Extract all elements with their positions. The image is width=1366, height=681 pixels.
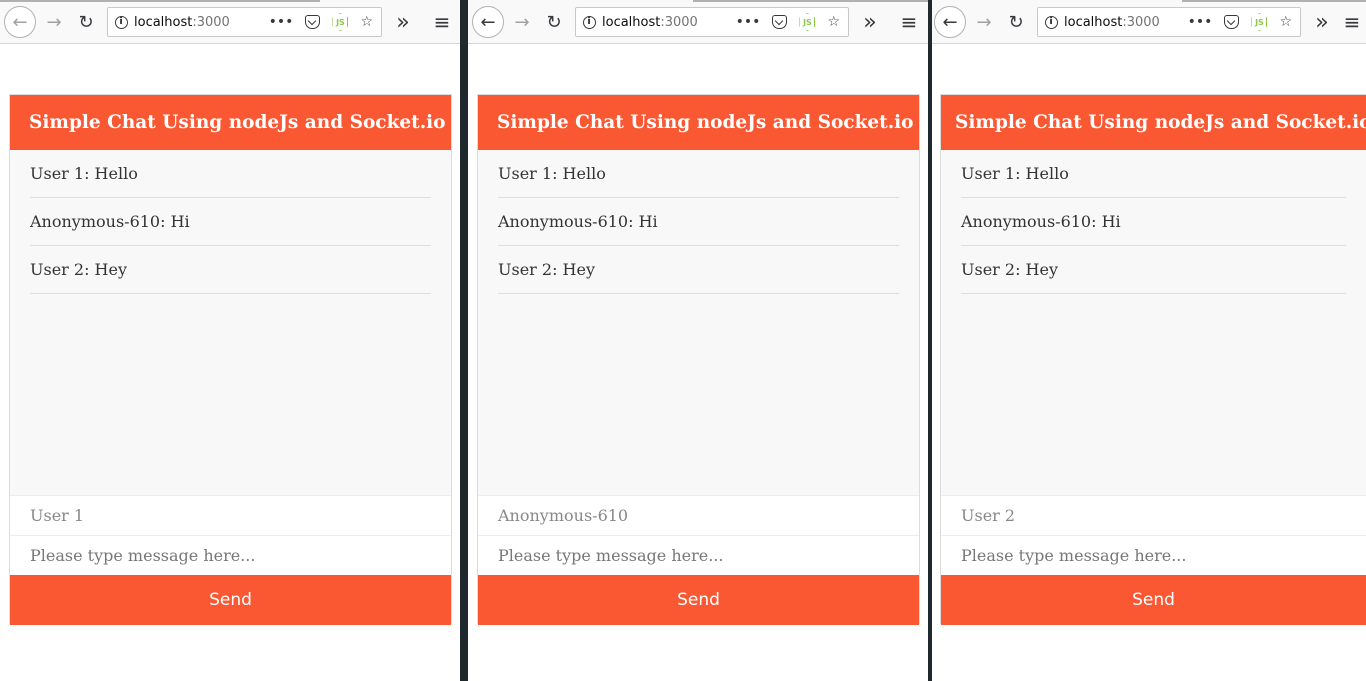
chat-panel: Simple Chat Using nodeJs and Socket.io U… [9, 94, 452, 625]
forward-arrow-icon[interactable]: → [970, 8, 998, 36]
username-field[interactable]: User 2 [941, 495, 1366, 535]
message-list: User 1: Hello Anonymous-610: Hi User 2: … [941, 150, 1366, 495]
nodejs-icon[interactable]: JS [1251, 13, 1268, 31]
back-arrow-icon[interactable]: ← [472, 6, 504, 38]
hamburger-menu-icon[interactable]: ≡ [1338, 8, 1366, 36]
pocket-icon[interactable] [1224, 15, 1240, 29]
hamburger-menu-icon[interactable]: ≡ [895, 8, 923, 36]
bookmark-star-icon[interactable]: ☆ [1279, 14, 1292, 30]
reload-icon[interactable]: ↻ [72, 8, 100, 36]
browser-toolbar: ← → ↻ i localhost:3000 ••• JS ☆ » ≡ [932, 0, 1366, 44]
pocket-icon[interactable] [772, 15, 788, 29]
chat-title: Simple Chat Using nodeJs and Socket.io [10, 95, 451, 150]
message-item: Anonymous-610: Hi [961, 198, 1346, 246]
back-arrow-icon[interactable]: ← [4, 6, 36, 38]
message-input[interactable]: Please type message here... [941, 535, 1366, 575]
bookmark-star-icon[interactable]: ☆ [360, 14, 373, 30]
username-field[interactable]: User 1 [10, 495, 451, 535]
url-host: localhost [134, 14, 193, 30]
send-button[interactable]: Send [941, 575, 1366, 625]
browser-window-3: ← → ↻ i localhost:3000 ••• JS ☆ » ≡ Simp… [932, 0, 1366, 681]
message-item: Anonymous-610: Hi [30, 198, 431, 246]
message-item: User 2: Hey [498, 246, 899, 294]
reload-icon[interactable]: ↻ [1002, 8, 1030, 36]
hamburger-menu-icon[interactable]: ≡ [428, 8, 456, 36]
more-actions-icon[interactable]: ••• [736, 14, 761, 30]
message-list: User 1: Hello Anonymous-610: Hi User 2: … [478, 150, 919, 495]
message-item: User 1: Hello [961, 150, 1346, 198]
browser-toolbar: ← → ↻ i localhost:3000 ••• JS ☆ » ≡ [468, 0, 928, 44]
url-port: :3000 [660, 14, 698, 30]
tab-strip-line [0, 0, 320, 2]
overflow-chevron-icon[interactable]: » [856, 8, 884, 36]
bookmark-star-icon[interactable]: ☆ [827, 14, 840, 30]
overflow-chevron-icon[interactable]: » [1308, 8, 1336, 36]
chat-title: Simple Chat Using nodeJs and Socket.io [941, 95, 1366, 150]
info-icon[interactable]: i [576, 15, 602, 29]
forward-arrow-icon[interactable]: → [40, 8, 68, 36]
url-port: :3000 [192, 14, 230, 30]
window-gap [460, 0, 468, 681]
info-icon[interactable]: i [1038, 15, 1064, 29]
browser-toolbar: ← → ↻ i localhost:3000 ••• JS ☆ » ≡ [0, 0, 460, 44]
message-list: User 1: Hello Anonymous-610: Hi User 2: … [10, 150, 451, 495]
browser-window-2: ← → ↻ i localhost:3000 ••• JS ☆ » ≡ Simp… [468, 0, 928, 681]
overflow-chevron-icon[interactable]: » [389, 8, 417, 36]
url-bar[interactable]: i localhost:3000 ••• JS ☆ [1037, 7, 1301, 37]
tab-strip-line [1182, 0, 1366, 2]
message-item: Anonymous-610: Hi [498, 198, 899, 246]
username-field[interactable]: Anonymous-610 [478, 495, 919, 535]
message-item: User 1: Hello [498, 150, 899, 198]
message-item: User 2: Hey [961, 246, 1346, 294]
pocket-icon[interactable] [305, 15, 321, 29]
info-icon[interactable]: i [108, 15, 134, 29]
url-port: :3000 [1122, 14, 1160, 30]
more-actions-icon[interactable]: ••• [1188, 14, 1213, 30]
url-host: localhost [1064, 14, 1123, 30]
nodejs-icon[interactable]: JS [332, 13, 349, 31]
message-item: User 2: Hey [30, 246, 431, 294]
url-bar[interactable]: i localhost:3000 ••• JS ☆ [575, 7, 849, 37]
url-bar[interactable]: i localhost:3000 ••• JS ☆ [107, 7, 382, 37]
send-button[interactable]: Send [10, 575, 451, 625]
tab-strip-line [693, 0, 928, 2]
forward-arrow-icon[interactable]: → [508, 8, 536, 36]
url-host: localhost [602, 14, 661, 30]
message-input[interactable]: Please type message here... [10, 535, 451, 575]
chat-panel: Simple Chat Using nodeJs and Socket.io U… [940, 94, 1366, 625]
nodejs-icon[interactable]: JS [799, 13, 816, 31]
browser-window-1: ← → ↻ i localhost:3000 ••• JS ☆ » ≡ Simp… [0, 0, 460, 681]
message-item: User 1: Hello [30, 150, 431, 198]
more-actions-icon[interactable]: ••• [269, 14, 294, 30]
chat-panel: Simple Chat Using nodeJs and Socket.io U… [477, 94, 920, 625]
message-input[interactable]: Please type message here... [478, 535, 919, 575]
chat-title: Simple Chat Using nodeJs and Socket.io [478, 95, 919, 150]
send-button[interactable]: Send [478, 575, 919, 625]
reload-icon[interactable]: ↻ [540, 8, 568, 36]
back-arrow-icon[interactable]: ← [934, 6, 966, 38]
